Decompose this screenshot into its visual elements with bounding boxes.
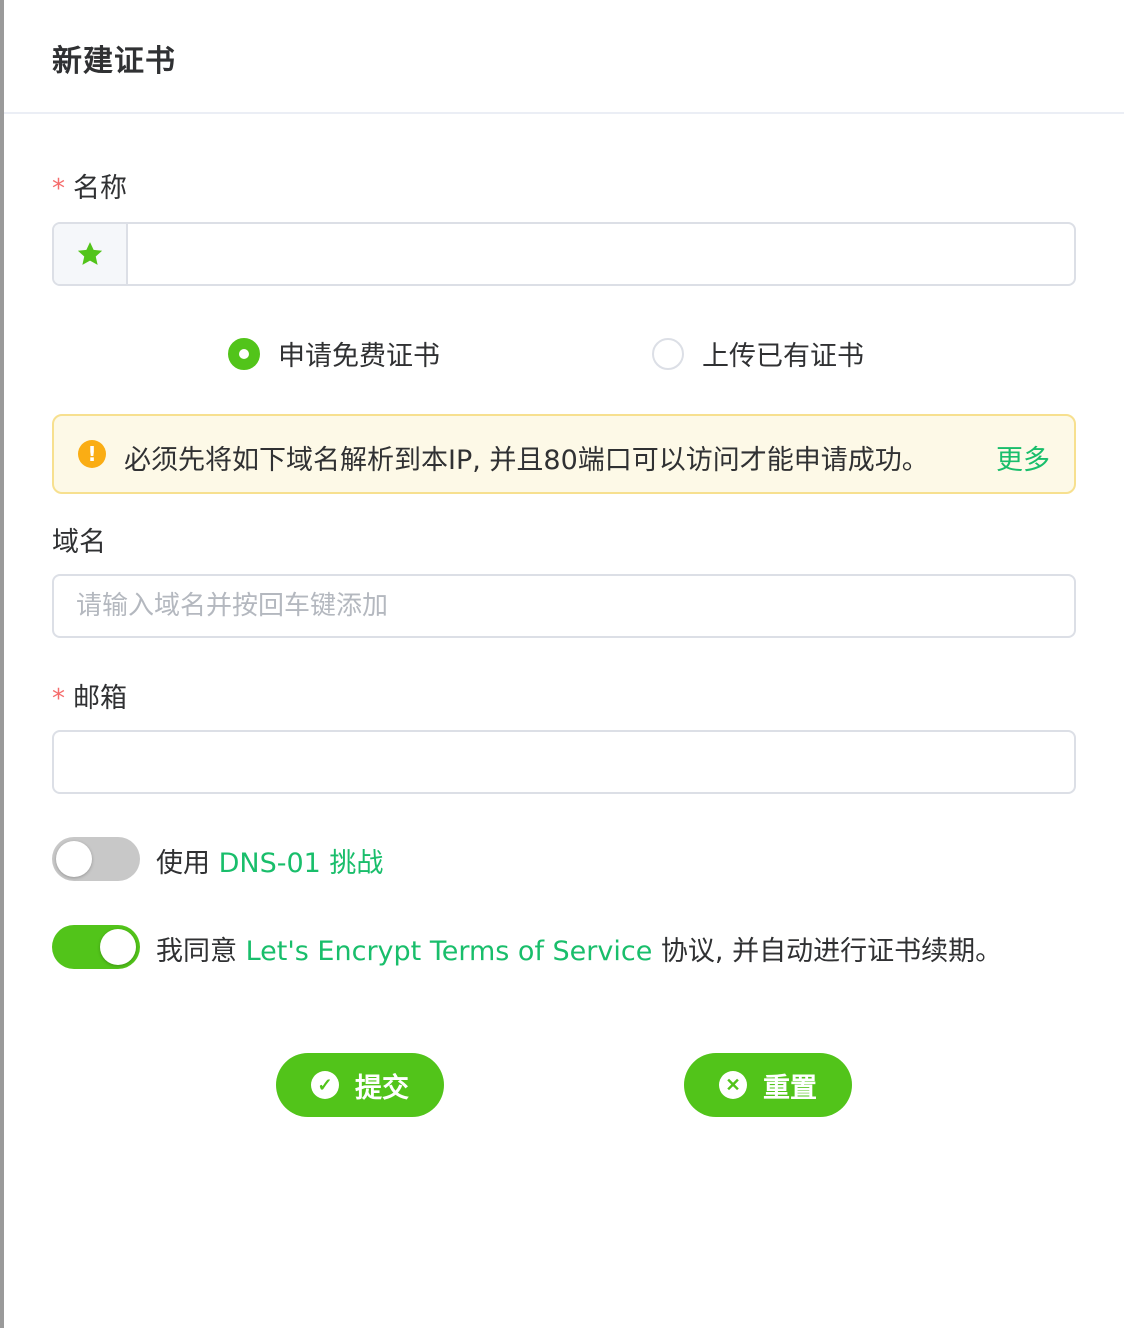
submit-button-label: 提交 bbox=[355, 1072, 409, 1103]
reset-button-label: 重置 bbox=[763, 1072, 817, 1103]
domain-input[interactable] bbox=[76, 576, 1056, 636]
agree-suffix: 协议, 并自动进行证书续期。 bbox=[660, 936, 1003, 967]
star-icon bbox=[77, 242, 103, 265]
agree-prefix: 我同意 bbox=[156, 936, 237, 967]
switch-knob bbox=[56, 841, 92, 877]
radio-dot-unselected[interactable] bbox=[652, 337, 684, 370]
check-circle-icon: ✓ bbox=[311, 1071, 339, 1099]
reset-button[interactable]: ✕ 重置 bbox=[684, 1053, 852, 1117]
required-mark: * bbox=[52, 174, 65, 204]
email-input[interactable] bbox=[76, 732, 1056, 792]
agree-switch-text: 我同意 Let's Encrypt Terms of Service 协议, 并… bbox=[156, 929, 1002, 968]
name-input[interactable] bbox=[144, 224, 1064, 284]
domain-input-wrapper bbox=[52, 574, 1076, 638]
switch-knob bbox=[100, 929, 136, 965]
dns-challenge-switch[interactable] bbox=[52, 837, 140, 881]
dialog-header: 新建证书 bbox=[4, 0, 1124, 114]
email-label: 邮箱 bbox=[73, 683, 127, 714]
radio-upload-existing-label: 上传已有证书 bbox=[702, 341, 864, 372]
alert-more-link[interactable]: 更多 bbox=[996, 438, 1050, 477]
radio-dot-selected[interactable] bbox=[228, 337, 260, 370]
radio-apply-free[interactable]: 申请免费证书 bbox=[228, 334, 440, 373]
agree-terms-switch[interactable] bbox=[52, 925, 140, 969]
radio-apply-free-label: 申请免费证书 bbox=[278, 341, 440, 372]
warning-icon: ! bbox=[78, 440, 106, 468]
name-label-row: * 名称 bbox=[52, 166, 127, 205]
dns-switch-text: 使用 DNS-01 挑战 bbox=[156, 841, 383, 880]
close-circle-icon: ✕ bbox=[719, 1071, 747, 1099]
dialog-title: 新建证书 bbox=[52, 44, 176, 79]
required-mark: * bbox=[52, 684, 65, 714]
dns-switch-prefix: 使用 bbox=[156, 848, 210, 879]
name-prefix bbox=[54, 224, 128, 284]
submit-button[interactable]: ✓ 提交 bbox=[276, 1053, 444, 1117]
warning-alert: ! 必须先将如下域名解析到本IP, 并且80端口可以访问才能申请成功。 更多 bbox=[52, 414, 1076, 494]
dns-challenge-link[interactable]: DNS-01 挑战 bbox=[219, 848, 384, 879]
window-left-edge bbox=[0, 0, 4, 1328]
radio-upload-existing[interactable]: 上传已有证书 bbox=[652, 334, 864, 373]
alert-message: 必须先将如下域名解析到本IP, 并且80端口可以访问才能申请成功。 bbox=[124, 445, 929, 476]
name-input-wrapper bbox=[52, 222, 1076, 286]
terms-of-service-link[interactable]: Let's Encrypt Terms of Service bbox=[246, 936, 653, 967]
email-input-wrapper bbox=[52, 730, 1076, 794]
email-label-row: * 邮箱 bbox=[52, 676, 127, 715]
domain-label: 域名 bbox=[52, 527, 106, 558]
name-label: 名称 bbox=[73, 173, 127, 204]
